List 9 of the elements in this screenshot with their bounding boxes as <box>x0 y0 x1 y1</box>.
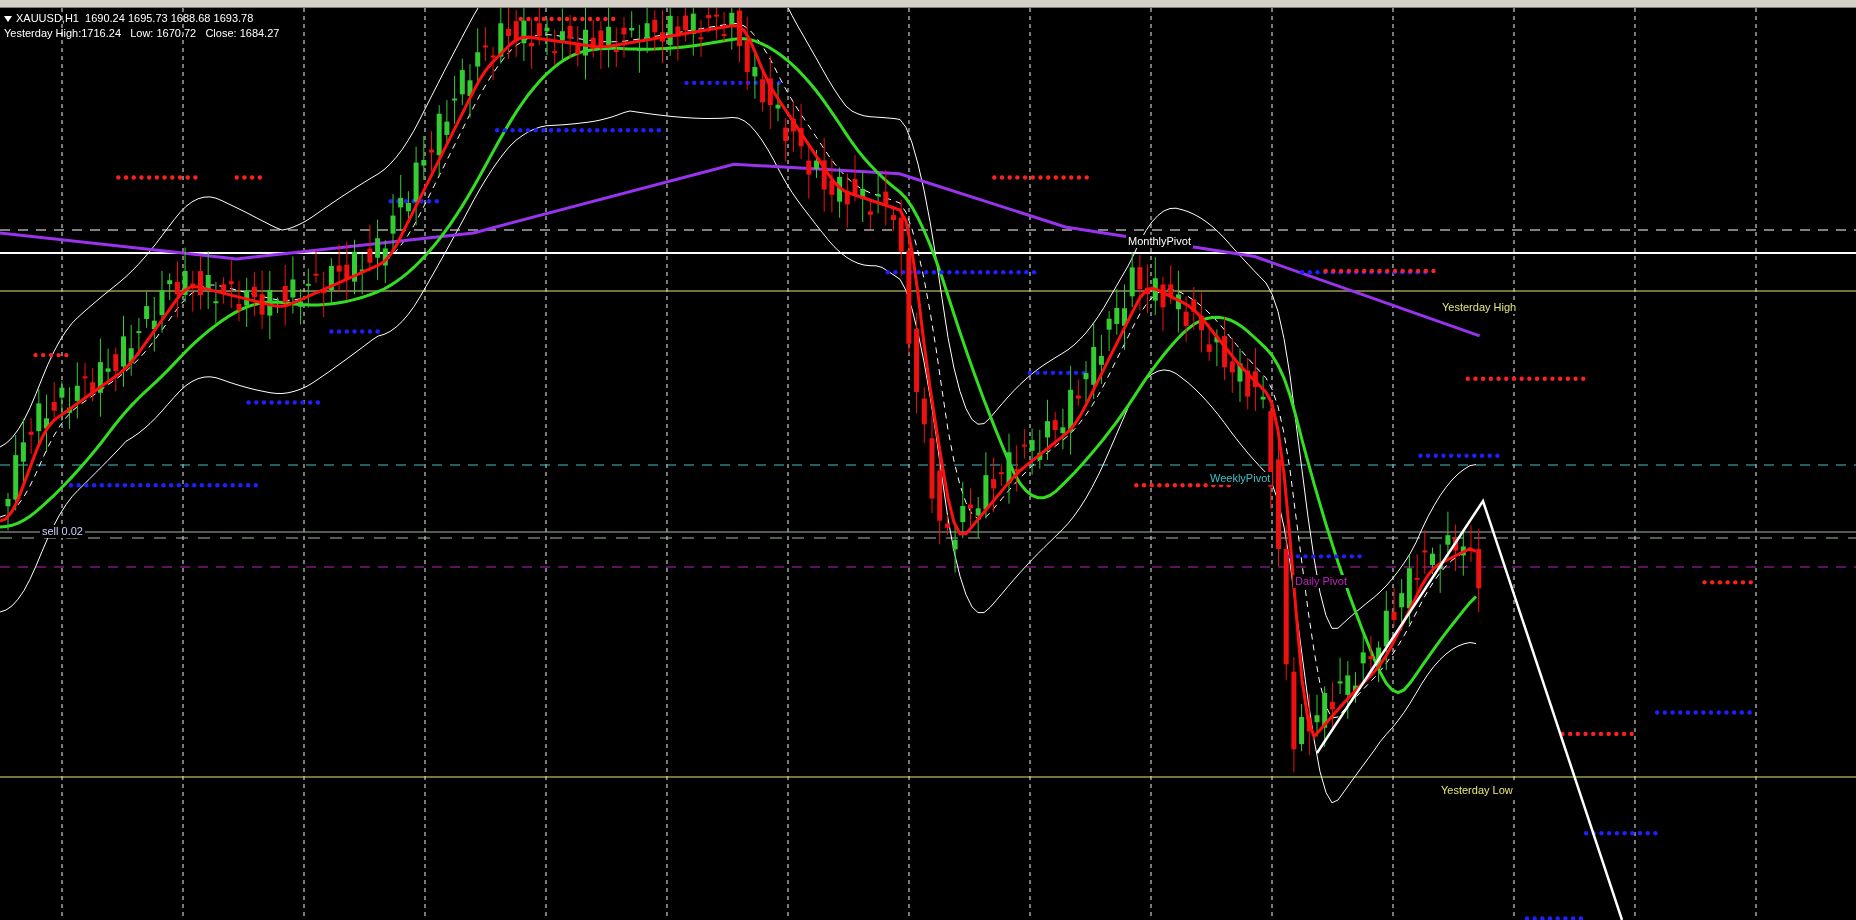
level-label: Yesterday Low <box>1439 784 1515 797</box>
level-label: WeeklyPivot <box>1208 472 1273 485</box>
dropdown-triangle-icon[interactable] <box>4 15 12 22</box>
level-label: MonthlyPivot <box>1126 235 1193 248</box>
level-label: Daily Pivot <box>1293 575 1349 588</box>
order-label: sell 0.02 <box>40 525 85 538</box>
symbol-quote-text: XAUUSD,H1 1690.24 1695.73 1688.68 1693.78 <box>16 12 254 25</box>
yesterday-summary-text: Yesterday High:1716.24 Low: 1670.72 Close: 1684.27 <box>4 27 280 40</box>
level-label: Yesterday High <box>1440 301 1519 314</box>
